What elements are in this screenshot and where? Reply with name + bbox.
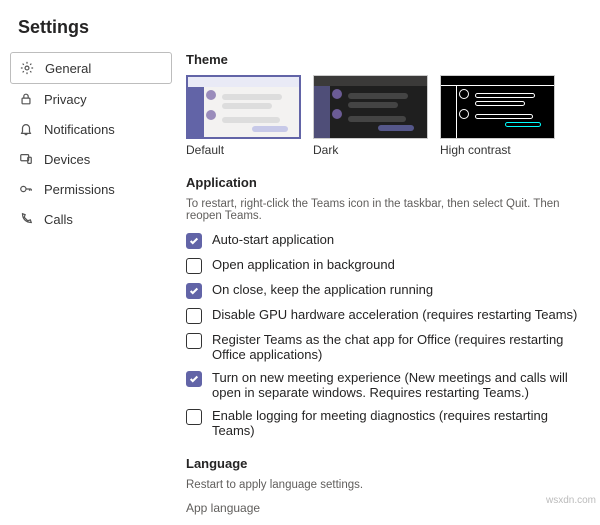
checkbox-icon <box>186 258 202 274</box>
sidebar-item-label: Calls <box>44 212 73 227</box>
settings-main: Theme Default <box>182 48 600 525</box>
sidebar-item-label: Devices <box>44 152 90 167</box>
sidebar-item-privacy[interactable]: Privacy <box>10 84 172 114</box>
key-icon <box>18 181 34 197</box>
theme-label: High contrast <box>440 143 555 157</box>
sidebar-item-permissions[interactable]: Permissions <box>10 174 172 204</box>
application-options: Auto-start application Open application i… <box>186 232 582 438</box>
theme-options: Default Dark <box>186 75 582 157</box>
language-restart-hint: Restart to apply language settings. <box>186 479 582 491</box>
checkbox-label: Register Teams as the chat app for Offic… <box>212 332 582 362</box>
sidebar-item-calls[interactable]: Calls <box>10 204 172 234</box>
checkbox-label: Turn on new meeting experience (New meet… <box>212 370 582 400</box>
checkbox-label: Enable logging for meeting diagnostics (… <box>212 408 582 438</box>
theme-thumb-default <box>186 75 301 139</box>
checkbox-icon <box>186 283 202 299</box>
sidebar-item-general[interactable]: General <box>10 52 172 84</box>
language-section-title: Language <box>186 456 582 471</box>
checkbox-label: Auto-start application <box>212 232 334 247</box>
application-restart-hint: To restart, right-click the Teams icon i… <box>186 198 582 222</box>
theme-option-dark[interactable]: Dark <box>313 75 428 157</box>
page-title: Settings <box>18 17 89 38</box>
bell-icon <box>18 121 34 137</box>
sidebar-item-devices[interactable]: Devices <box>10 144 172 174</box>
app-option-checkbox[interactable]: Open application in background <box>186 257 582 274</box>
theme-option-high-contrast[interactable]: High contrast <box>440 75 555 157</box>
app-option-checkbox[interactable]: Enable logging for meeting diagnostics (… <box>186 408 582 438</box>
sidebar-item-label: Privacy <box>44 92 87 107</box>
sidebar-item-label: Permissions <box>44 182 115 197</box>
checkbox-icon <box>186 308 202 324</box>
sidebar-item-label: General <box>45 61 91 76</box>
theme-section-title: Theme <box>186 52 582 67</box>
checkbox-label: Disable GPU hardware acceleration (requi… <box>212 307 577 322</box>
app-language-label: App language <box>186 501 582 515</box>
checkbox-label: Open application in background <box>212 257 395 272</box>
theme-thumb-high-contrast <box>440 75 555 139</box>
devices-icon <box>18 151 34 167</box>
sidebar-item-label: Notifications <box>44 122 115 137</box>
checkbox-icon <box>186 409 202 425</box>
theme-label: Default <box>186 143 301 157</box>
checkbox-icon <box>186 333 202 349</box>
close-button[interactable] <box>574 14 582 40</box>
watermark: wsxdn.com <box>546 495 596 506</box>
settings-sidebar: General Privacy Notifications Devices Pe… <box>0 48 182 525</box>
checkbox-label: On close, keep the application running <box>212 282 433 297</box>
app-option-checkbox[interactable]: Turn on new meeting experience (New meet… <box>186 370 582 400</box>
app-option-checkbox[interactable]: On close, keep the application running <box>186 282 582 299</box>
theme-option-default[interactable]: Default <box>186 75 301 157</box>
theme-thumb-dark <box>313 75 428 139</box>
application-section-title: Application <box>186 175 582 190</box>
sidebar-item-notifications[interactable]: Notifications <box>10 114 172 144</box>
checkbox-icon <box>186 371 202 387</box>
app-option-checkbox[interactable]: Auto-start application <box>186 232 582 249</box>
app-option-checkbox[interactable]: Register Teams as the chat app for Offic… <box>186 332 582 362</box>
checkbox-icon <box>186 233 202 249</box>
lock-icon <box>18 91 34 107</box>
app-option-checkbox[interactable]: Disable GPU hardware acceleration (requi… <box>186 307 582 324</box>
theme-label: Dark <box>313 143 428 157</box>
gear-icon <box>19 60 35 76</box>
phone-icon <box>18 211 34 227</box>
